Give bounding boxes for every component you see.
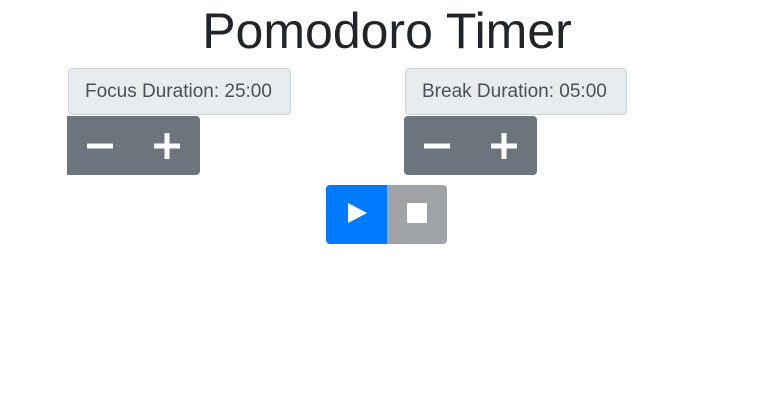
break-decrease-button[interactable] [404,116,471,175]
break-duration-label: Break Duration: 05:00 [405,68,627,115]
minus-icon [86,132,114,160]
play-button[interactable] [326,185,387,244]
focus-increase-button[interactable] [134,116,201,175]
break-increase-button[interactable] [471,116,538,175]
focus-decrease-button[interactable] [67,116,134,175]
focus-duration-label: Focus Duration: 25:00 [68,68,291,115]
break-duration-stepper [404,116,537,175]
pomodoro-page: Pomodoro Timer Focus Duration: 25:00 Bre… [0,0,765,413]
stop-button[interactable] [387,185,447,244]
page-title: Pomodoro Timer [202,3,572,59]
play-icon [346,202,368,227]
plus-icon [490,132,518,160]
timer-controls [326,185,447,244]
stop-icon [407,203,427,226]
minus-icon [423,132,451,160]
plus-icon [153,132,181,160]
focus-duration-stepper [67,116,200,175]
